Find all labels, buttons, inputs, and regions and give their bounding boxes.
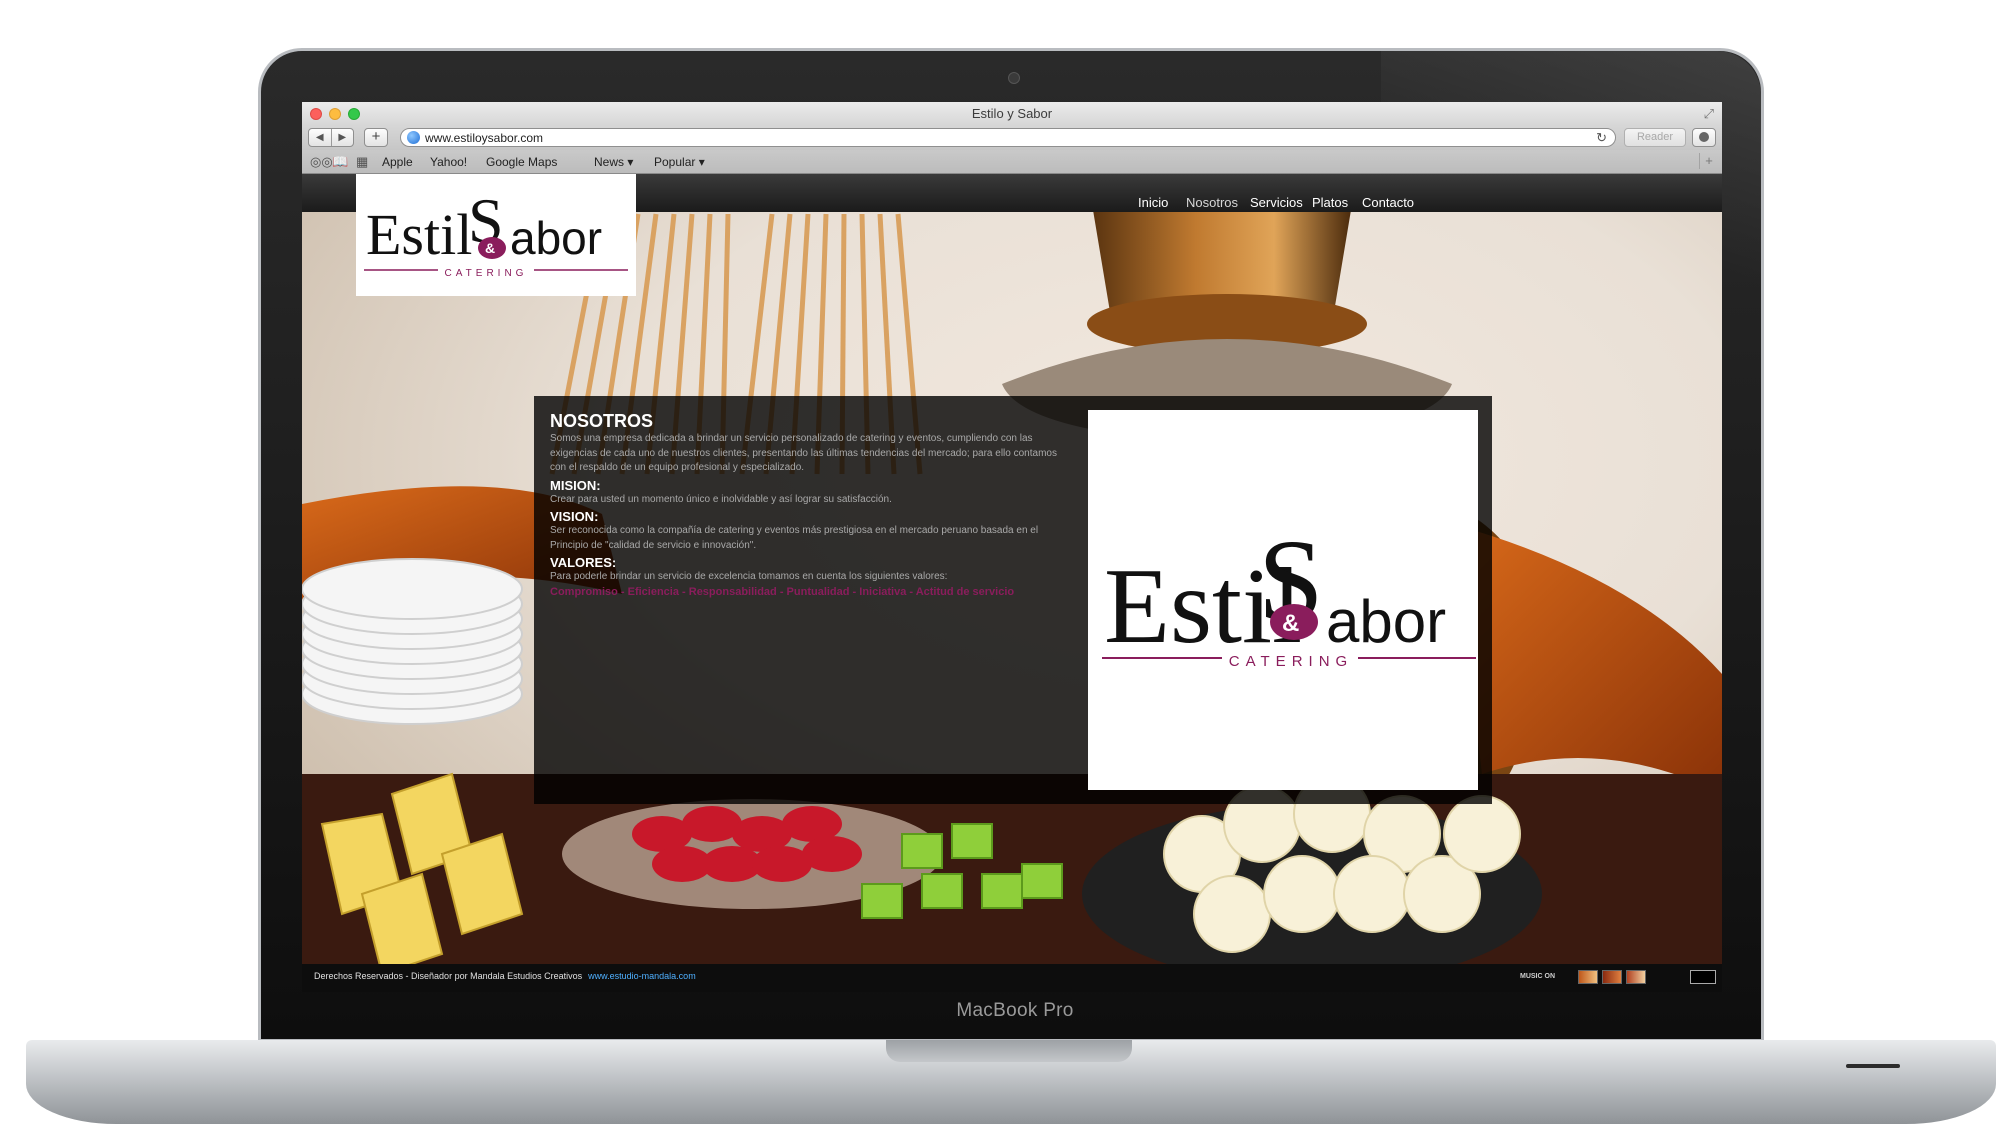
window-title: Estilo y Sabor xyxy=(971,106,1053,121)
bookmarks-icon[interactable]: 📖 xyxy=(332,154,348,170)
url-text[interactable]: www.estiloysabor.com xyxy=(425,131,543,145)
nav-servicios[interactable]: Servicios xyxy=(1250,195,1303,210)
bookmark-news[interactable]: News ▾ xyxy=(594,155,633,169)
nav-platos[interactable]: Platos xyxy=(1312,195,1348,210)
svg-text:CATERING: CATERING xyxy=(1229,653,1353,670)
svg-text:&: & xyxy=(485,240,495,256)
header-logo[interactable]: Estil S & abor CATERING xyxy=(356,174,636,296)
web-page: Inicio Nosotros Servicios Platos Contact… xyxy=(302,174,1722,992)
estilo-sabor-logo-large: Estil S & abor CATERING xyxy=(1102,515,1476,670)
bookmarks-bar: ◎◎ 📖 ▦ Apple Yahoo! Google Maps News ▾ P… xyxy=(302,150,1722,174)
copyright-text: Derechos Reservados - Diseñador por Mand… xyxy=(314,971,696,981)
gallery-thumbnail-2[interactable] xyxy=(1602,970,1622,984)
valores-list: Compromiso - Eficiencia - Responsabilida… xyxy=(550,585,1015,598)
laptop-base-slot xyxy=(1846,1064,1900,1068)
bookmark-google-maps[interactable]: Google Maps xyxy=(486,155,557,169)
estilo-sabor-logo-small: Estil S & abor CATERING xyxy=(364,185,628,279)
mision-heading: MISION: xyxy=(550,477,601,493)
globe-icon xyxy=(407,131,420,144)
gallery-thumbnail-1[interactable] xyxy=(1578,970,1598,984)
top-sites-icon[interactable]: ▦ xyxy=(356,154,368,170)
fullscreen-toggle-icon[interactable] xyxy=(1690,970,1716,984)
nav-inicio[interactable]: Inicio xyxy=(1138,195,1168,210)
fullscreen-icon[interactable]: ⤢ xyxy=(1704,106,1714,122)
valores-text: Para poderle brindar un servicio de exce… xyxy=(550,571,948,582)
site-footer: Derechos Reservados - Diseñador por Mand… xyxy=(302,964,1722,992)
svg-text:CATERING: CATERING xyxy=(445,268,528,279)
svg-text:abor: abor xyxy=(510,212,602,264)
svg-text:Estil: Estil xyxy=(366,202,472,267)
svg-text:&: & xyxy=(1282,610,1299,637)
screen: Estilo y Sabor ⤢ ◀ ▶ + www.estiloysabor.… xyxy=(302,102,1722,992)
laptop-base-notch xyxy=(886,1040,1132,1062)
address-bar[interactable]: www.estiloysabor.com ↻ xyxy=(400,128,1616,147)
panel-logo-image: Estil S & abor CATERING xyxy=(1088,410,1478,790)
add-tab-icon[interactable]: + xyxy=(1699,153,1718,169)
copyright-label: Derechos Reservados - Diseñador por Mand… xyxy=(314,971,583,981)
music-toggle[interactable]: MUSIC ON xyxy=(1520,973,1555,980)
vision-text: Ser reconocida como la compañía de cater… xyxy=(550,525,1039,551)
mision-text: Crear para usted un momento único e inol… xyxy=(550,493,892,505)
vision-heading: VISION: xyxy=(550,509,599,524)
about-panel: NOSOTROS Somos una empresa dedicada a br… xyxy=(534,396,1492,804)
download-icon[interactable] xyxy=(1692,128,1716,147)
bookmark-apple[interactable]: Apple xyxy=(382,155,413,169)
camera-icon xyxy=(1008,72,1020,84)
about-text: NOSOTROS Somos una empresa dedicada a br… xyxy=(550,410,1060,600)
nav-contacto[interactable]: Contacto xyxy=(1362,195,1414,210)
reload-icon[interactable]: ↻ xyxy=(1596,130,1607,146)
add-icon[interactable]: + xyxy=(364,128,388,147)
back-forward-buttons: ◀ ▶ xyxy=(308,128,354,147)
nav-nosotros[interactable]: Nosotros xyxy=(1186,195,1238,210)
page-title: NOSOTROS xyxy=(550,411,654,431)
forward-icon[interactable]: ▶ xyxy=(332,129,354,146)
credit-link[interactable]: www.estudio-mandala.com xyxy=(588,971,696,981)
gallery-thumbnail-3[interactable] xyxy=(1626,970,1646,984)
svg-text:abor: abor xyxy=(1326,588,1446,655)
reading-list-icon[interactable]: ◎◎ xyxy=(310,154,333,170)
model-label: MacBook Pro xyxy=(956,1000,1074,1021)
bookmark-popular[interactable]: Popular ▾ xyxy=(654,155,705,169)
valores-heading: VALORES: xyxy=(550,555,617,570)
reader-button[interactable]: Reader xyxy=(1624,128,1686,147)
intro-text: Somos una empresa dedicada a brindar un … xyxy=(550,433,1057,473)
browser-toolbar: ◀ ▶ + www.estiloysabor.com ↻ Reader xyxy=(302,126,1722,150)
bookmark-yahoo[interactable]: Yahoo! xyxy=(430,155,467,169)
title-bar: Estilo y Sabor ⤢ xyxy=(302,102,1722,126)
back-icon[interactable]: ◀ xyxy=(309,129,332,146)
